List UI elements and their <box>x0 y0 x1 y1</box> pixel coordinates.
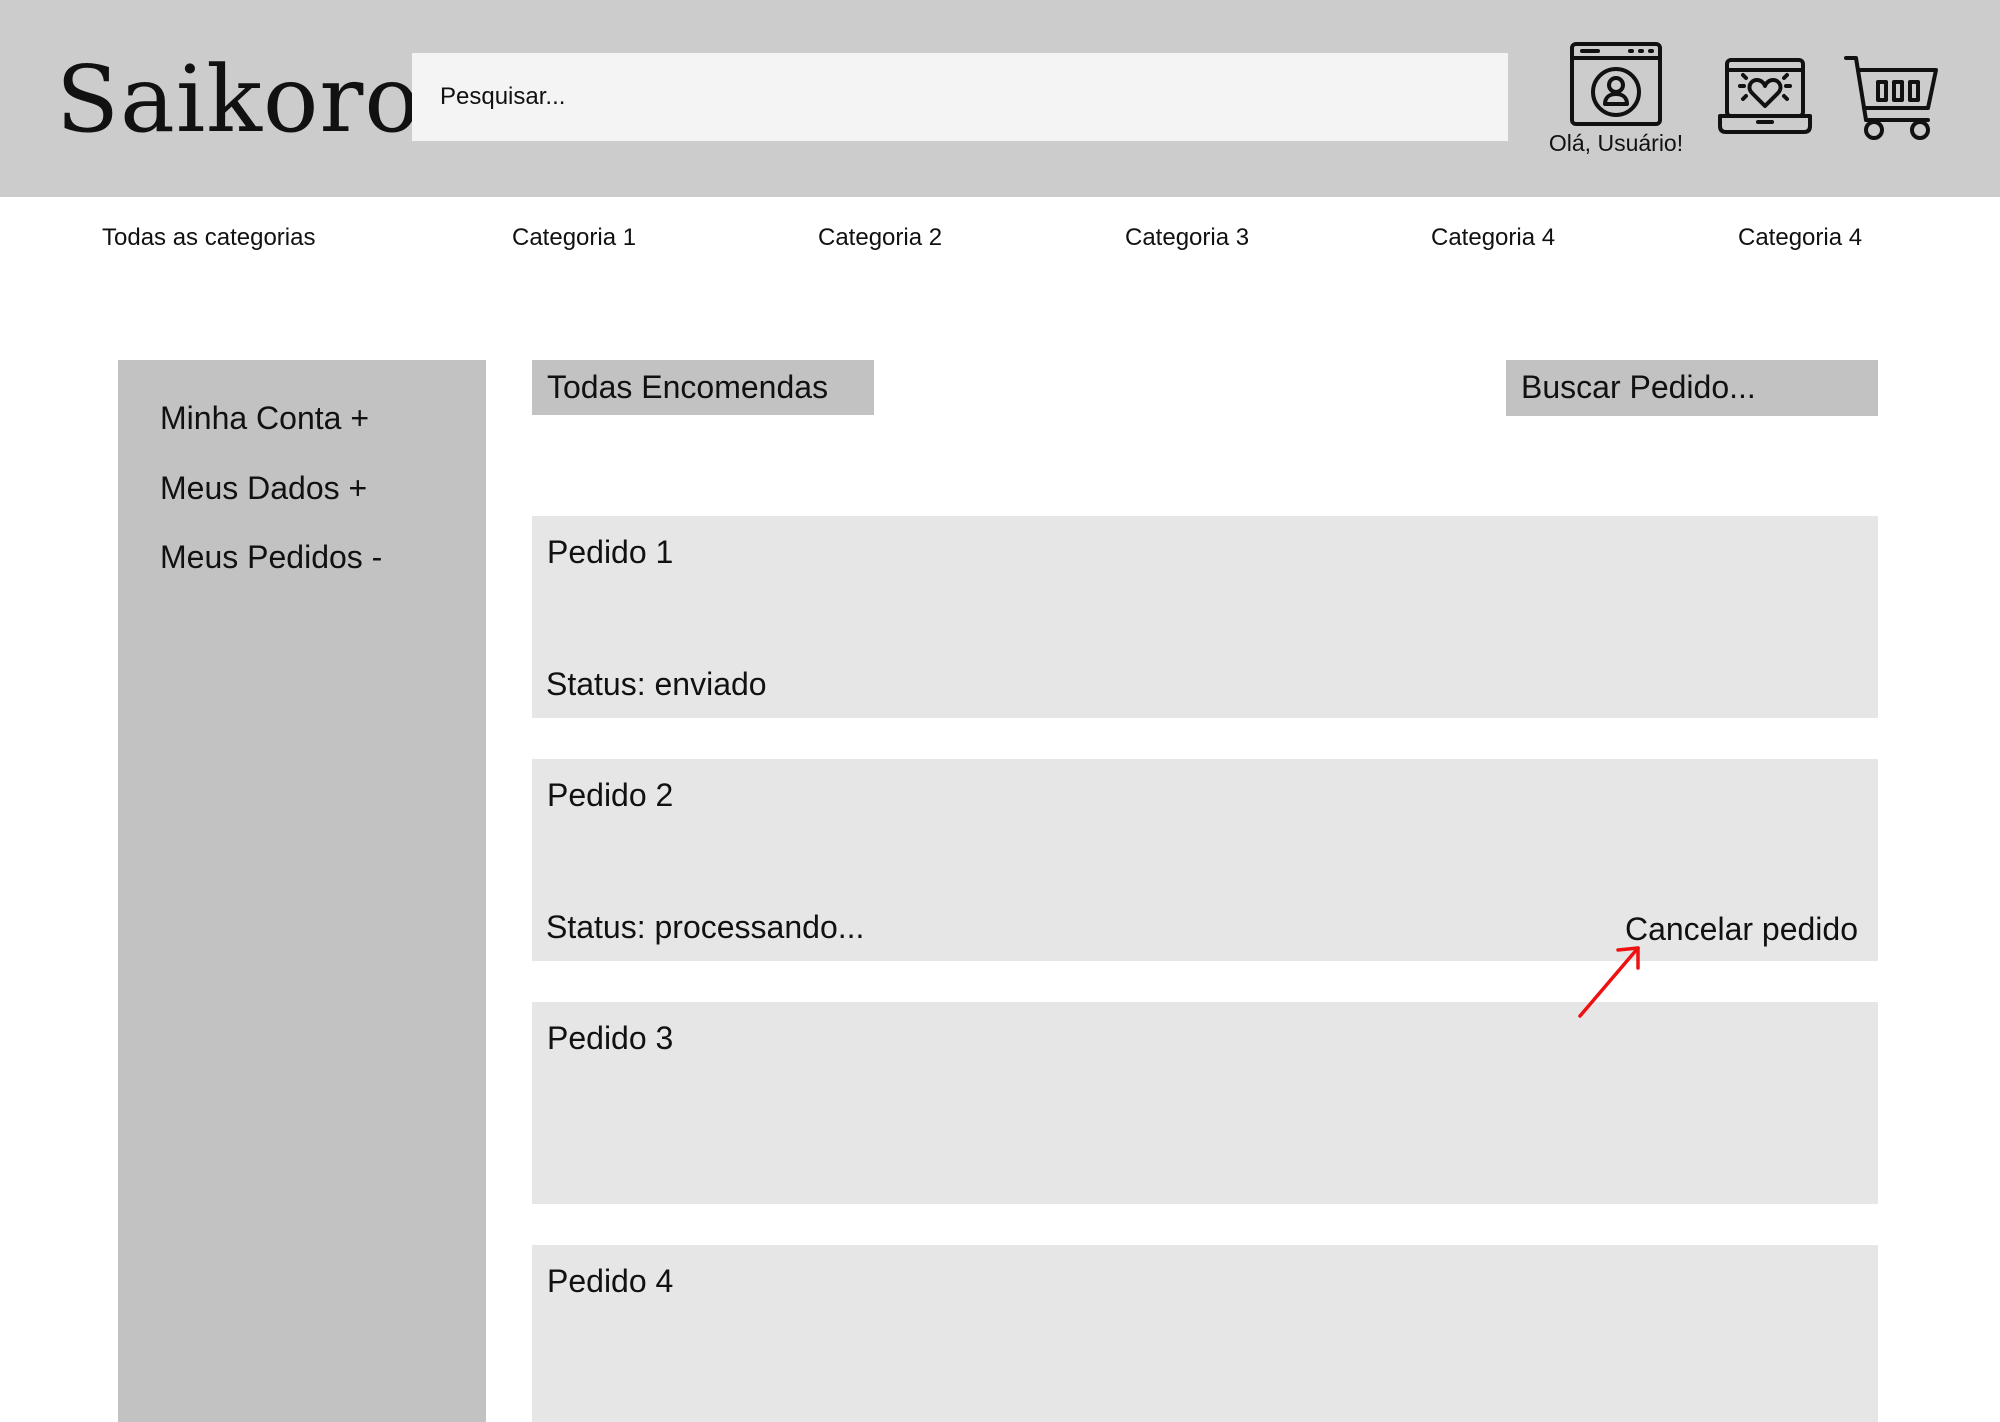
category-2[interactable]: Categoria 2 <box>818 222 942 254</box>
page-title: Todas Encomendas <box>532 360 874 415</box>
sidebar-item-meus-dados[interactable]: Meus Dados + <box>160 468 367 508</box>
category-4[interactable]: Categoria 4 <box>1431 222 1555 254</box>
category-all[interactable]: Todas as categorias <box>102 222 315 254</box>
cart-button[interactable] <box>1844 52 1940 142</box>
order-status: Status: enviado <box>546 666 767 702</box>
order-title: Pedido 1 <box>547 534 674 570</box>
category-4-duplicate[interactable]: Categoria 4 <box>1738 222 1862 254</box>
order-card[interactable]: Pedido 2 Status: processando... Cancelar… <box>532 759 1878 961</box>
search-input[interactable] <box>412 53 1508 141</box>
account-sidebar: Minha Conta + Meus Dados + Meus Pedidos … <box>118 360 486 1422</box>
heart-laptop-icon <box>1718 58 1812 134</box>
user-account-icon <box>1570 42 1662 126</box>
wishlist-button[interactable] <box>1718 56 1812 136</box>
category-1[interactable]: Categoria 1 <box>512 222 636 254</box>
logo[interactable]: Saikoro <box>56 40 421 160</box>
user-greeting: Olá, Usuário! <box>1548 130 1684 156</box>
order-title: Pedido 3 <box>547 1020 674 1056</box>
order-title: Pedido 2 <box>547 777 674 813</box>
sidebar-item-meus-pedidos[interactable]: Meus Pedidos - <box>160 537 382 577</box>
order-search-field[interactable]: Buscar Pedido... <box>1506 360 1878 416</box>
cancel-order-button[interactable]: Cancelar pedido <box>1625 909 1858 949</box>
order-title: Pedido 4 <box>547 1263 674 1299</box>
shopping-cart-icon <box>1844 56 1938 140</box>
category-3[interactable]: Categoria 3 <box>1125 222 1249 254</box>
order-card[interactable]: Pedido 4 <box>532 1245 1878 1422</box>
header: Saikoro Olá, Usuário! <box>0 0 2000 197</box>
order-card[interactable]: Pedido 1 Status: enviado <box>532 516 1878 718</box>
sidebar-item-minha-conta[interactable]: Minha Conta + <box>160 398 369 438</box>
order-card[interactable]: Pedido 3 <box>532 1002 1878 1204</box>
category-nav: Todas as categorias Categoria 1 Categori… <box>0 222 2000 258</box>
order-status: Status: processando... <box>546 909 865 945</box>
account-button[interactable] <box>1568 40 1664 130</box>
